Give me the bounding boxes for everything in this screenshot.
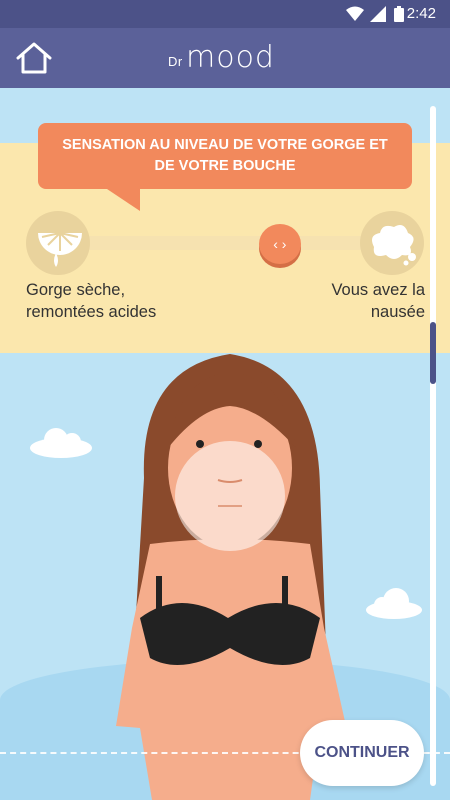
slider-left-label: Gorge sèche, remontées acides: [26, 281, 157, 321]
scrollbar-thumb[interactable]: [430, 322, 436, 384]
signal-icon: [370, 6, 386, 22]
nausea-splat-icon: [372, 225, 416, 266]
slider-left-end: [26, 211, 90, 275]
slider-track[interactable]: [66, 236, 390, 250]
lemon-icon: [38, 232, 82, 267]
slider-right-label: Vous avez la nausée: [331, 281, 425, 321]
logo-prefix: Dr: [168, 54, 183, 69]
home-icon: [16, 42, 52, 74]
status-bar: 2:42: [0, 0, 450, 28]
battery-icon: [394, 6, 404, 22]
question-text: SENSATION AU NIVEAU DE VOTRE GORGE ET DE…: [62, 137, 388, 174]
slider-thumb[interactable]: ‹ ›: [258, 224, 301, 264]
cloud-right: [366, 588, 422, 619]
cloud-left: [30, 428, 92, 458]
app-header: Dr mood: [0, 28, 450, 88]
wifi-icon: [346, 6, 364, 21]
continue-button[interactable]: CONTINUER: [300, 720, 424, 786]
logo-word: mood: [186, 40, 275, 75]
bubble-tail: [104, 187, 140, 211]
slider-thumb-arrows: ‹ ›: [273, 236, 287, 252]
question-bubble: SENSATION AU NIVEAU DE VOTRE GORGE ET DE…: [38, 123, 412, 189]
scrollbar-track[interactable]: [430, 106, 436, 786]
slider-right-end: [360, 211, 424, 275]
status-time: 2:42: [406, 5, 436, 22]
home-button[interactable]: [14, 40, 54, 76]
